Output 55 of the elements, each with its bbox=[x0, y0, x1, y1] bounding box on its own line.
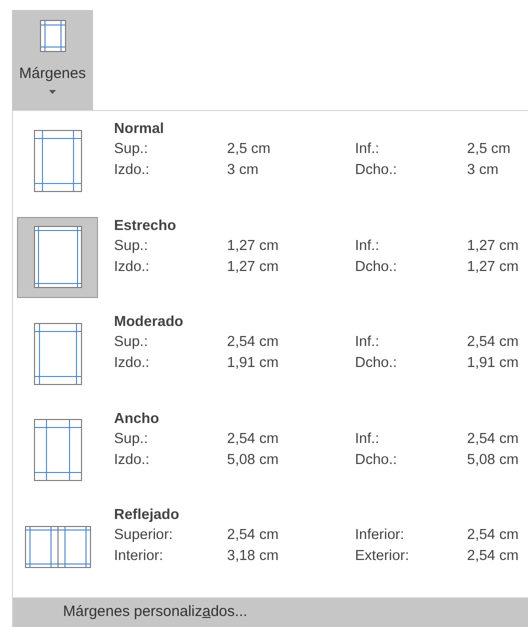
margin-label: Sup.: bbox=[114, 333, 149, 352]
margin-label: Sup.: bbox=[114, 140, 149, 159]
margin-label: Inf.: bbox=[355, 430, 380, 448]
margin-label: Dcho.: bbox=[355, 258, 398, 276]
page-margins-icon bbox=[40, 20, 66, 52]
margin-label: Inf.: bbox=[355, 333, 380, 352]
preset-title: Reflejado bbox=[114, 506, 180, 525]
margin-value: 5,08 cm bbox=[227, 450, 280, 470]
margin-value: 2,54 cm bbox=[227, 333, 280, 352]
margin-preset-thumbnail[interactable] bbox=[17, 216, 98, 298]
margin-value: 2,5 cm bbox=[227, 140, 272, 159]
margin-value: 2,54 cm bbox=[227, 430, 280, 448]
caret-icon bbox=[49, 90, 56, 94]
margin-value: 2,54 cm bbox=[467, 526, 519, 545]
page-margins-icon bbox=[34, 130, 82, 192]
margin-label: Dcho.: bbox=[355, 161, 398, 180]
margin-label: Dcho.: bbox=[355, 354, 398, 373]
margin-value: 2,54 cm bbox=[227, 526, 280, 545]
custom-margins-item[interactable]: Márgenes personalizados... bbox=[13, 597, 528, 627]
margin-value: 2,54 cm bbox=[467, 333, 519, 352]
margin-label: Superior: bbox=[114, 526, 174, 545]
margin-label: Interior: bbox=[114, 547, 164, 566]
margin-label: Sup.: bbox=[114, 430, 149, 448]
margin-label: Izdo.: bbox=[114, 450, 150, 470]
margin-value: 1,27 cm bbox=[227, 258, 280, 276]
margin-label: Exterior: bbox=[355, 547, 410, 566]
preset-title: Normal bbox=[114, 120, 165, 139]
margin-value: 1,27 cm bbox=[467, 258, 519, 276]
mirrored-pages-icon bbox=[24, 526, 90, 568]
margin-label: Inf.: bbox=[355, 140, 380, 159]
margin-label: Dcho.: bbox=[355, 450, 398, 470]
margin-value: 1,27 cm bbox=[227, 236, 280, 256]
margin-value: 5,08 cm bbox=[467, 450, 519, 470]
margin-label: Izdo.: bbox=[114, 354, 150, 373]
margin-value: 1,91 cm bbox=[467, 354, 519, 373]
preset-title: Ancho bbox=[114, 410, 160, 428]
margin-value: 2,54 cm bbox=[467, 430, 519, 448]
margin-label: Sup.: bbox=[114, 236, 149, 256]
margin-value: 3 cm bbox=[227, 161, 260, 180]
margin-label: Inferior: bbox=[355, 526, 406, 545]
margin-value: 1,91 cm bbox=[227, 354, 280, 373]
preset-title: Moderado bbox=[114, 313, 184, 332]
preset-title: Estrecho bbox=[114, 216, 178, 236]
margin-value: 2,5 cm bbox=[467, 140, 511, 159]
margin-value: 3,18 cm bbox=[227, 547, 280, 566]
margin-label: Inf.: bbox=[355, 236, 380, 256]
margins-button[interactable]: Márgenes bbox=[12, 10, 93, 110]
margin-value: 1,27 cm bbox=[467, 236, 519, 256]
page-margins-icon bbox=[34, 419, 82, 481]
margin-value: 3 cm bbox=[467, 161, 498, 180]
page-margins-icon bbox=[34, 322, 82, 384]
page-margins-icon bbox=[34, 226, 82, 288]
margin-value: 2,54 cm bbox=[467, 547, 519, 566]
margin-label: Izdo.: bbox=[114, 258, 150, 276]
margin-label: Izdo.: bbox=[114, 161, 150, 180]
